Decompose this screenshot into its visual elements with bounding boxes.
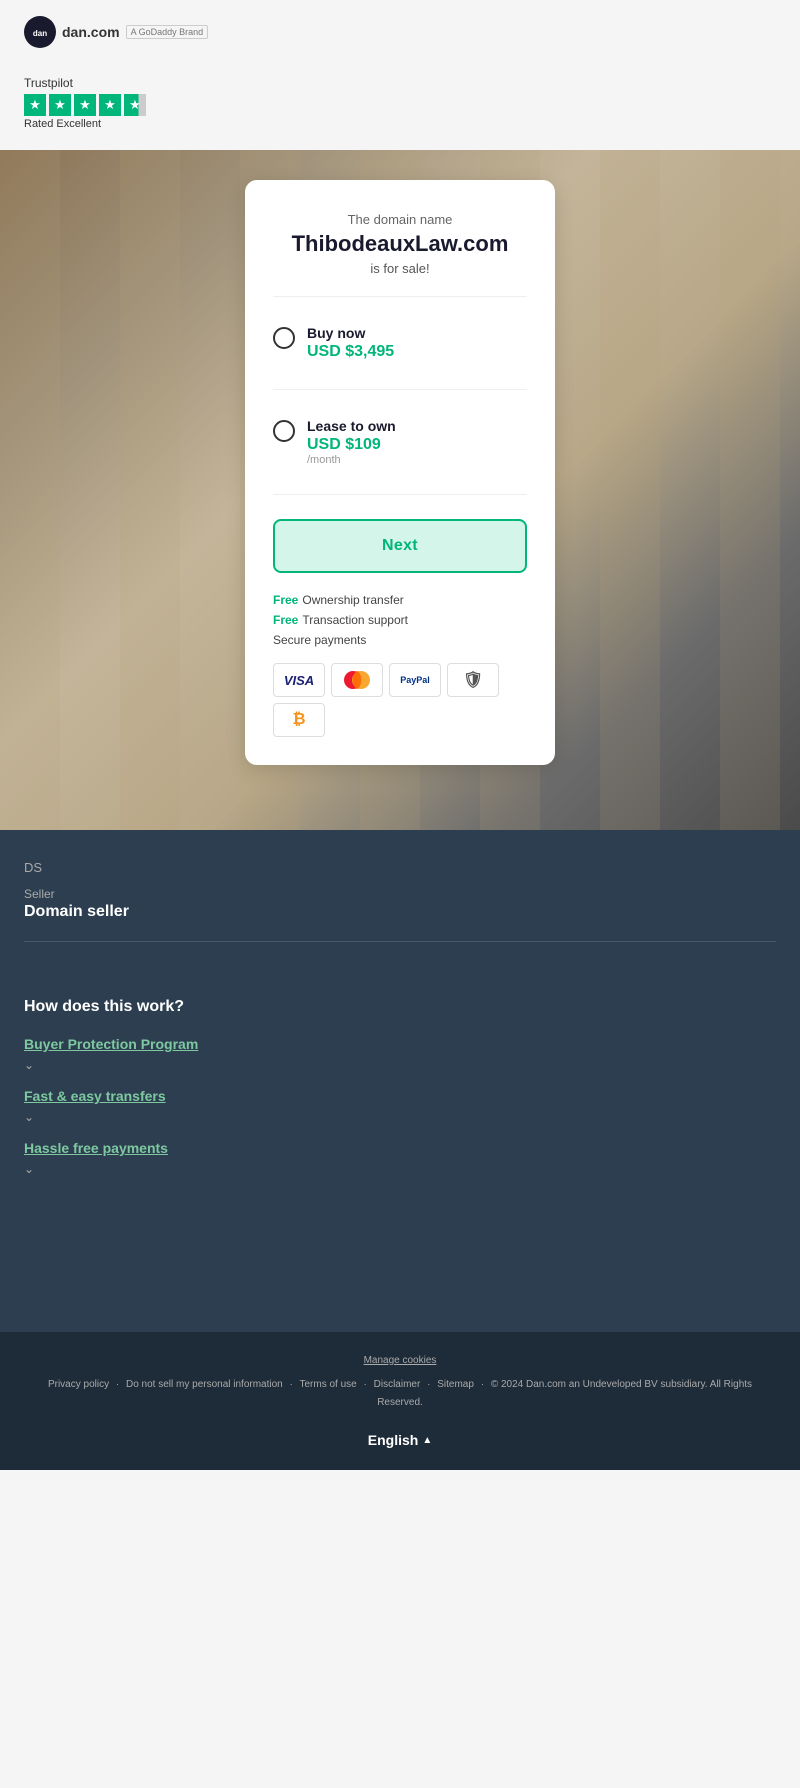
- hassle-free-chevron[interactable]: ⌄: [24, 1162, 776, 1176]
- card-divider-1: [273, 296, 527, 297]
- fast-transfers-chevron[interactable]: ⌄: [24, 1110, 776, 1124]
- domain-name: ThibodeauxLaw.com: [273, 231, 527, 257]
- trustpilot-stars: ★ ★ ★ ★ ★: [24, 94, 776, 116]
- language-selector[interactable]: English ▲: [368, 1432, 432, 1448]
- mastercard-icon: [331, 663, 383, 697]
- footer-bottom: Manage cookies Privacy policy · Do not s…: [0, 1332, 800, 1470]
- star-3: ★: [74, 94, 96, 116]
- header: dan dan.com A GoDaddy Brand: [0, 0, 800, 64]
- benefit-2-text: Transaction support: [302, 613, 408, 627]
- buy-now-details: Buy now USD $3,495: [307, 325, 394, 361]
- footer-links: Manage cookies: [24, 1352, 776, 1370]
- bitcoin-icon: ₿: [273, 703, 325, 737]
- next-button[interactable]: Next: [273, 519, 527, 573]
- do-not-sell-link[interactable]: Do not sell my personal information: [126, 1379, 283, 1390]
- star-5: ★: [124, 94, 146, 116]
- benefit-1-text: Ownership transfer: [302, 593, 403, 607]
- payment-icons: VISA PayPal 🛡 ₿: [273, 663, 527, 737]
- benefit-3-text: Secure payments: [273, 633, 366, 647]
- trustpilot-label: Trustpilot: [24, 76, 776, 90]
- svg-text:dan: dan: [33, 29, 47, 38]
- benefit-3: Secure payments: [273, 633, 527, 647]
- fast-transfers-title[interactable]: Fast & easy transfers: [24, 1088, 776, 1104]
- star-1: ★: [24, 94, 46, 116]
- paypal-icon: PayPal: [389, 663, 441, 697]
- copyright-text: © 2024 Dan.com an Undeveloped BV subsidi…: [377, 1379, 752, 1408]
- terms-link[interactable]: Terms of use: [299, 1379, 356, 1390]
- footer-nav-links: Privacy policy · Do not sell my personal…: [24, 1376, 776, 1412]
- lease-price: USD $109: [307, 436, 396, 454]
- lease-option[interactable]: Lease to own USD $109 /month: [273, 406, 527, 478]
- how-section: How does this work? Buyer Protection Pro…: [0, 978, 800, 1212]
- accordion-fast-transfers[interactable]: Fast & easy transfers ⌄: [24, 1088, 776, 1124]
- free-badge-2: Free: [273, 613, 298, 627]
- accordion-hassle-free[interactable]: Hassle free payments ⌄: [24, 1140, 776, 1176]
- buy-now-price: USD $3,495: [307, 343, 394, 361]
- privacy-link[interactable]: Privacy policy: [48, 1379, 109, 1390]
- seller-section: DS Seller Domain seller: [0, 830, 800, 978]
- language-label: English: [368, 1432, 419, 1448]
- seller-name: Domain seller: [24, 903, 776, 921]
- seller-label: Seller: [24, 887, 776, 901]
- buyer-protection-chevron[interactable]: ⌄: [24, 1058, 776, 1072]
- trustpilot-section: Trustpilot ★ ★ ★ ★ ★ Rated Excellent: [0, 64, 800, 150]
- card-divider-2: [273, 389, 527, 390]
- footer-spacer: [0, 1212, 800, 1332]
- sitemap-link[interactable]: Sitemap: [437, 1379, 474, 1390]
- benefits-section: Free Ownership transfer Free Transaction…: [273, 593, 527, 647]
- for-sale-text: is for sale!: [273, 261, 527, 276]
- lease-details: Lease to own USD $109 /month: [307, 418, 396, 466]
- buy-now-option[interactable]: Buy now USD $3,495: [273, 313, 527, 373]
- free-badge-1: Free: [273, 593, 298, 607]
- star-4: ★: [99, 94, 121, 116]
- lease-title: Lease to own: [307, 418, 396, 434]
- how-title: How does this work?: [24, 998, 776, 1016]
- accordion-buyer-protection[interactable]: Buyer Protection Program ⌄: [24, 1036, 776, 1072]
- buyer-protection-title[interactable]: Buyer Protection Program: [24, 1036, 776, 1052]
- dan-icon: dan: [30, 22, 50, 42]
- card-subtitle: The domain name: [273, 212, 527, 227]
- card-divider-3: [273, 494, 527, 495]
- purchase-card: The domain name ThibodeauxLaw.com is for…: [245, 180, 555, 765]
- buy-now-title: Buy now: [307, 325, 394, 341]
- benefit-2: Free Transaction support: [273, 613, 527, 627]
- lease-radio[interactable]: [273, 420, 295, 442]
- visa-icon: VISA: [273, 663, 325, 697]
- seller-initials: DS: [24, 860, 776, 875]
- benefit-1: Free Ownership transfer: [273, 593, 527, 607]
- dan-logo[interactable]: dan dan.com A GoDaddy Brand: [24, 16, 208, 48]
- hassle-free-title[interactable]: Hassle free payments: [24, 1140, 776, 1156]
- star-2: ★: [49, 94, 71, 116]
- trustpilot-rated: Rated Excellent: [24, 118, 776, 130]
- lease-period: /month: [307, 454, 396, 466]
- dan-logo-text: dan.com: [62, 24, 120, 40]
- escrow-icon: 🛡: [447, 663, 499, 697]
- dan-logo-icon: dan: [24, 16, 56, 48]
- hero-section: The domain name ThibodeauxLaw.com is for…: [0, 150, 800, 830]
- seller-divider: [24, 941, 776, 942]
- buy-now-radio[interactable]: [273, 327, 295, 349]
- manage-cookies-link[interactable]: Manage cookies: [364, 1355, 437, 1366]
- disclaimer-link[interactable]: Disclaimer: [374, 1379, 421, 1390]
- godaddy-badge: A GoDaddy Brand: [126, 25, 209, 39]
- language-arrow-icon: ▲: [422, 1435, 432, 1446]
